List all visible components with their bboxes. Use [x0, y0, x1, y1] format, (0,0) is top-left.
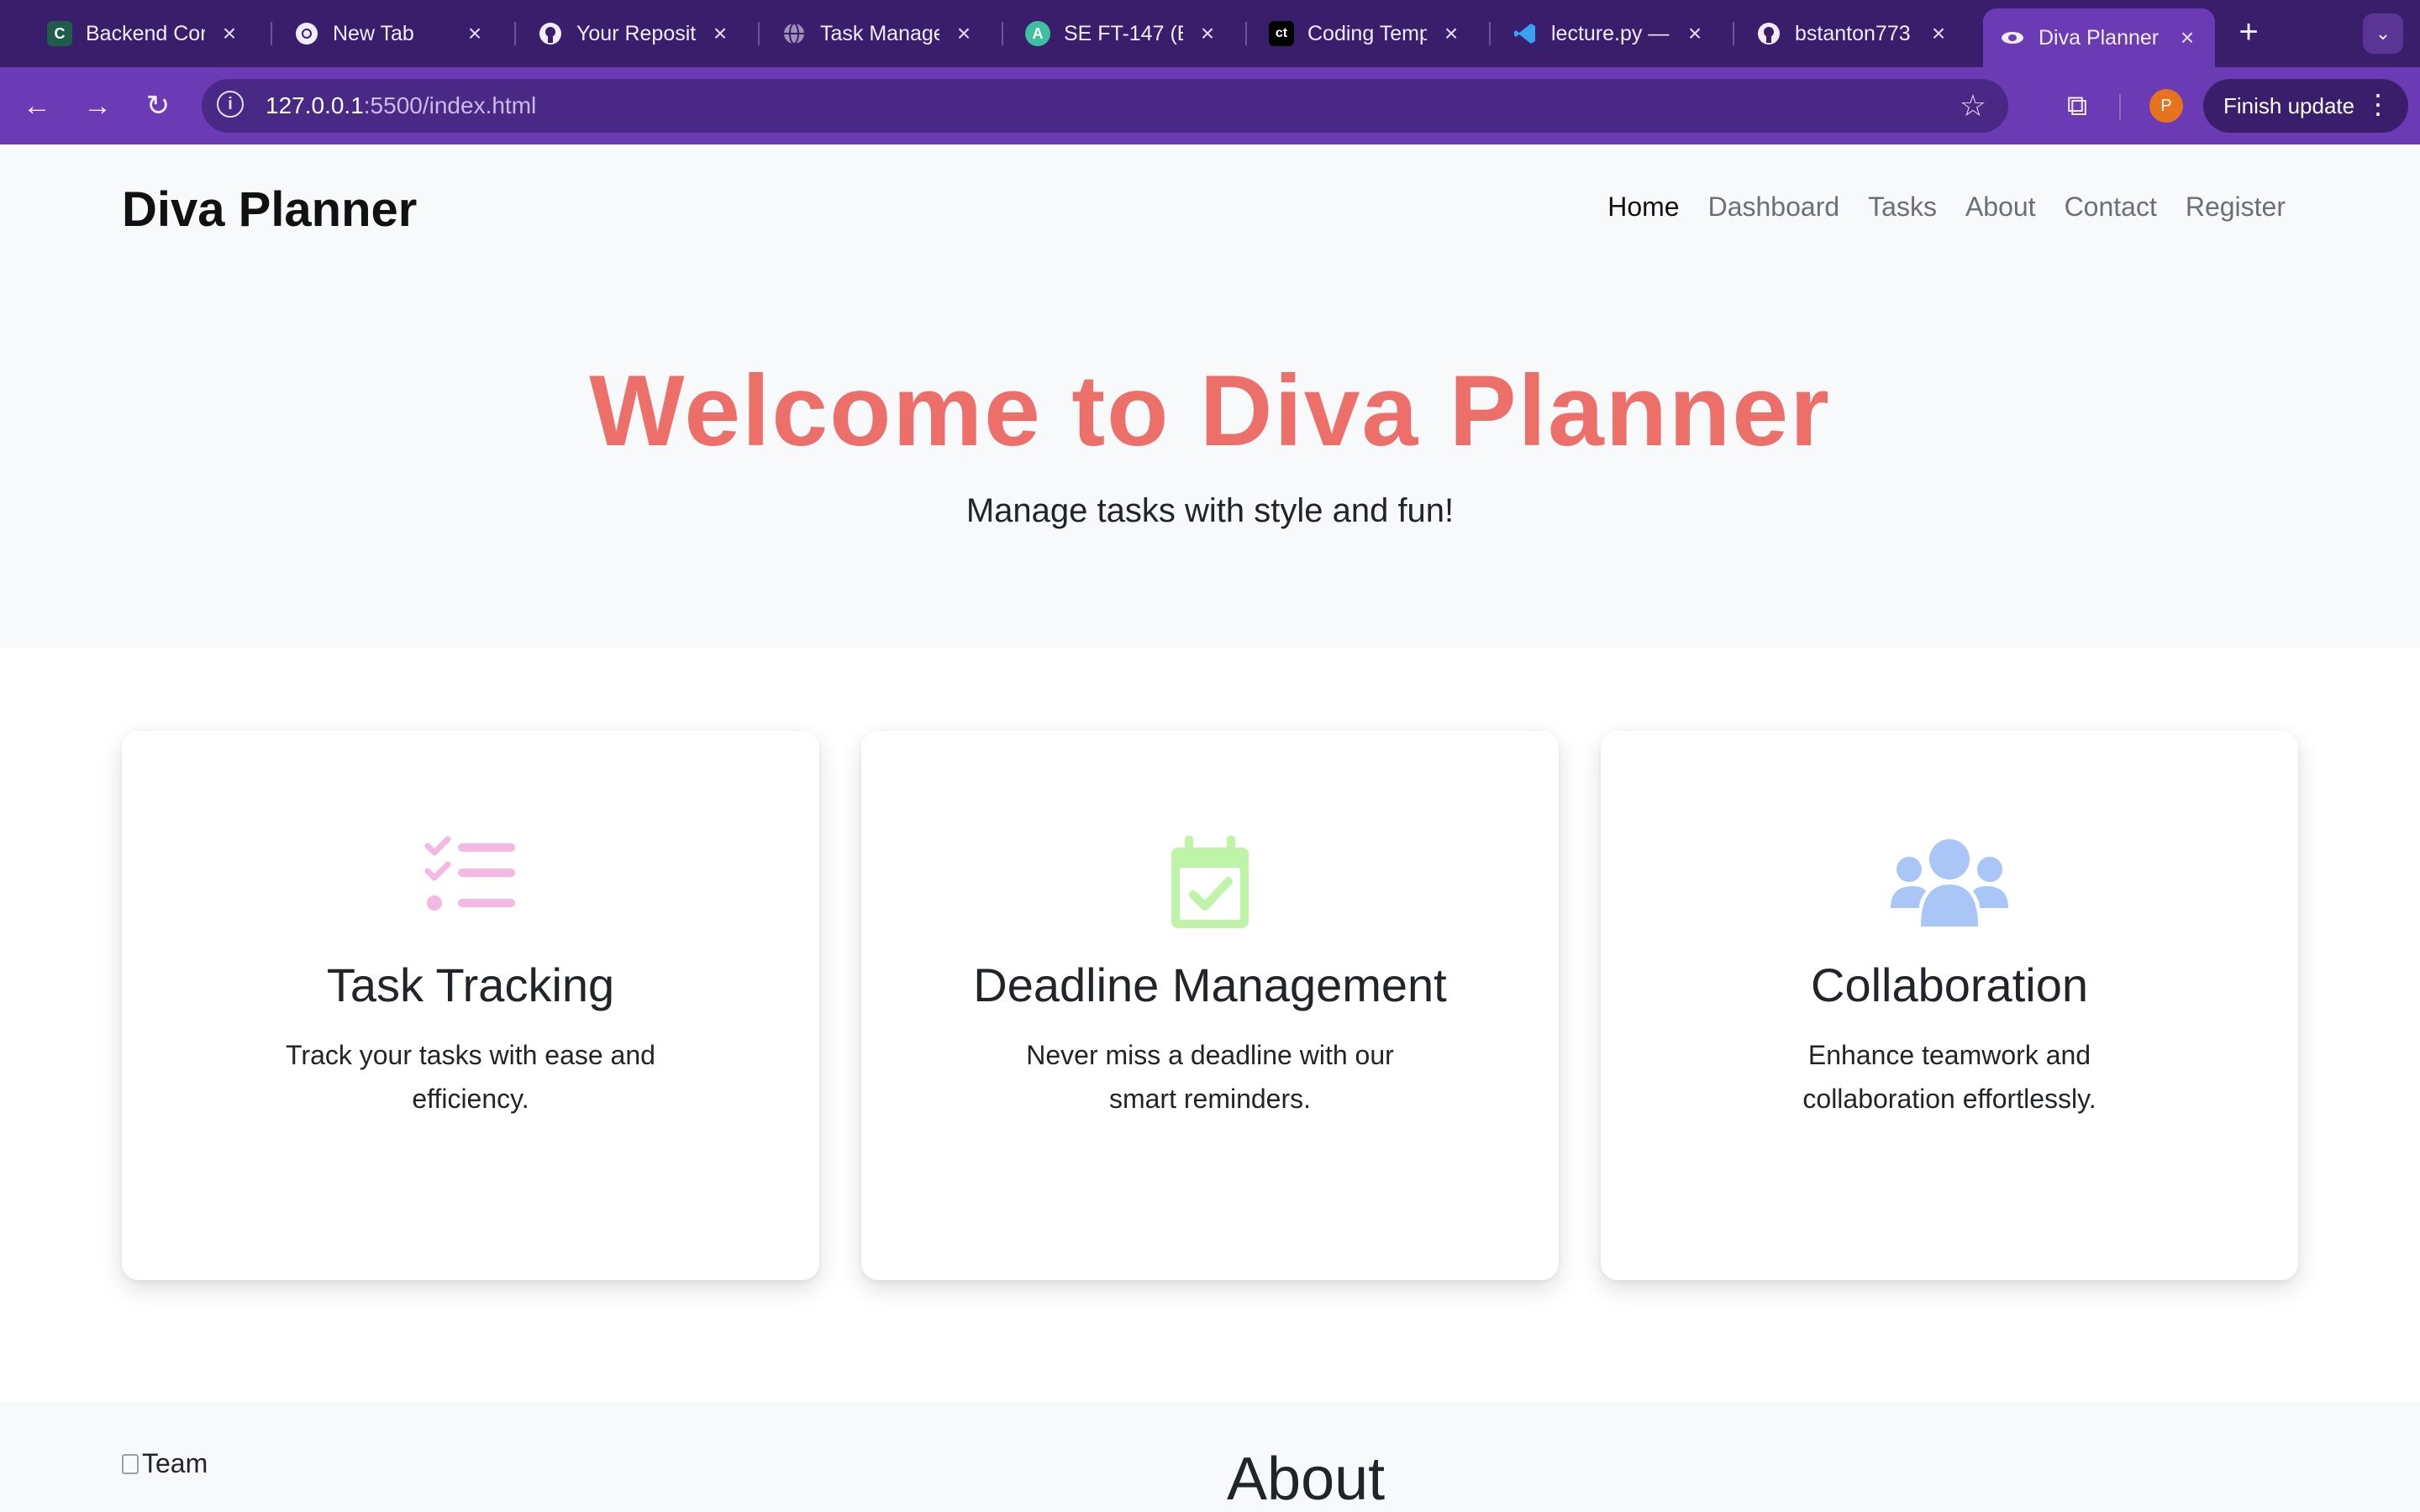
nav-about[interactable]: About: [1965, 192, 2036, 223]
more-menu-icon[interactable]: ⋮: [2365, 87, 2391, 121]
bookmark-star-icon[interactable]: ☆: [1960, 89, 1986, 123]
browser-tab-se-ft-147[interactable]: A SE FT-147 (B ×: [1008, 7, 1235, 60]
browser-tab-bstanton773[interactable]: bstanton773 ×: [1739, 7, 1966, 60]
hero-subtitle: Manage tasks with style and fun!: [965, 492, 1455, 529]
nav-contact[interactable]: Contact: [2065, 192, 2157, 223]
browser-tab-strip: C Backend Cor × New Tab × Your Reposit ×…: [0, 0, 2420, 67]
globe-icon: [781, 21, 807, 46]
tab-divider: [1733, 22, 1734, 45]
chevron-down-icon: ⌄: [2375, 23, 2391, 44]
tab-divider: [514, 22, 516, 45]
feature-card-task-tracking: Task Tracking Track your tasks with ease…: [122, 731, 819, 1280]
coding-temple-icon: C: [47, 21, 72, 46]
feature-text: Track your tasks with ease and efficienc…: [286, 1040, 655, 1114]
feature-title: Task Tracking: [326, 958, 615, 1011]
browser-tab-coding-temple[interactable]: ct Coding Temp ×: [1252, 7, 1479, 60]
browser-tab-newtab[interactable]: New Tab ×: [277, 7, 502, 60]
browser-tab-backend[interactable]: C Backend Cor ×: [30, 7, 257, 60]
tab-title: Your Reposit: [576, 21, 696, 45]
hero-section: Diva Planner Home Dashboard Tasks About …: [0, 144, 2420, 648]
feature-card-collaboration: Collaboration Enhance teamwork and colla…: [1601, 731, 2298, 1280]
nav-dashboard[interactable]: Dashboard: [1708, 192, 1840, 223]
back-button[interactable]: ←: [18, 87, 55, 124]
reload-button[interactable]: ↻: [139, 87, 176, 124]
task-list-icon: [122, 836, 819, 932]
close-icon[interactable]: ×: [1684, 20, 1706, 47]
toolbar-divider: [2119, 94, 2121, 119]
users-icon: [1601, 836, 2298, 932]
tab-title: Backend Cor: [86, 21, 205, 45]
close-icon[interactable]: ×: [709, 20, 731, 47]
forward-button[interactable]: →: [79, 87, 116, 124]
nav-register[interactable]: Register: [2186, 192, 2286, 223]
about-section: Team About: [0, 1401, 2420, 1512]
profile-avatar[interactable]: P: [2149, 89, 2183, 123]
tab-title: Coding Temp: [1307, 21, 1427, 45]
reload-icon: ↻: [145, 90, 171, 122]
close-icon[interactable]: ×: [2176, 24, 2198, 51]
address-bar[interactable]: i 127.0.0.1:5500/index.html ☆: [202, 79, 2008, 133]
close-icon[interactable]: ×: [1197, 20, 1218, 47]
tab-title: SE FT-147 (B: [1064, 21, 1183, 45]
main-nav: Home Dashboard Tasks About Contact Regis…: [1607, 192, 2286, 223]
close-icon[interactable]: ×: [953, 20, 975, 47]
extensions-button[interactable]: ⧉: [2059, 87, 2096, 124]
arrow-left-icon: ←: [23, 90, 51, 122]
feature-card-deadline-management: Deadline Management Never miss a deadlin…: [861, 731, 1559, 1280]
chrome-icon: [294, 21, 319, 46]
nav-tasks[interactable]: Tasks: [1868, 192, 1937, 223]
nav-home[interactable]: Home: [1607, 192, 1679, 223]
app-icon: A: [1025, 21, 1050, 46]
url-host: 127.0.0.1: [266, 92, 364, 118]
browser-tab-repository[interactable]: Your Reposit ×: [521, 7, 748, 60]
browser-tab-lecture-py[interactable]: lecture.py — ×: [1496, 7, 1723, 60]
tab-title: Task Manage: [820, 21, 939, 45]
tab-divider: [758, 22, 760, 45]
tab-divider: [1245, 22, 1247, 45]
new-tab-button[interactable]: +: [2230, 13, 2267, 50]
site-info-icon[interactable]: i: [217, 91, 244, 118]
hero-title: Welcome to Diva Planner: [589, 354, 1831, 467]
github-icon: [538, 21, 563, 46]
tab-search-button[interactable]: ⌄: [2363, 13, 2403, 54]
browser-tab-diva-planner[interactable]: Diva Planner ×: [1983, 8, 2215, 67]
url-path: :5500/index.html: [363, 92, 537, 118]
feature-text: Never miss a deadline with our smart rem…: [1026, 1040, 1394, 1114]
tab-title: New Tab: [333, 21, 414, 45]
feature-title: Collaboration: [1811, 958, 2088, 1011]
broken-image-icon: [122, 1453, 139, 1474]
team-image-alt: Team: [142, 1448, 208, 1478]
diva-icon: [2000, 25, 2025, 50]
browser-tab-task-manager[interactable]: Task Manage ×: [765, 7, 992, 60]
tab-title: bstanton773: [1795, 21, 1911, 45]
arrow-right-icon: →: [83, 90, 112, 122]
tab-divider: [1002, 22, 1003, 45]
tab-title: Diva Planner: [2039, 25, 2160, 50]
finish-update-button[interactable]: Finish update ⋮: [2203, 79, 2408, 133]
tab-divider: [1489, 22, 1491, 45]
tab-divider: [271, 22, 272, 45]
puzzle-icon: ⧉: [2066, 90, 2088, 122]
close-icon[interactable]: ×: [218, 20, 240, 47]
features-section: Task Tracking Track your tasks with ease…: [0, 648, 2420, 1401]
feature-text: Enhance teamwork and collaboration effor…: [1802, 1040, 2096, 1114]
about-heading: About: [1227, 1446, 1386, 1512]
close-icon[interactable]: ×: [1928, 20, 1949, 47]
calendar-check-icon: [861, 836, 1559, 932]
close-icon[interactable]: ×: [1440, 20, 1462, 47]
site-brand[interactable]: Diva Planner: [122, 181, 417, 238]
vscode-icon: [1512, 21, 1538, 46]
tab-title: lecture.py —: [1551, 21, 1670, 45]
close-icon[interactable]: ×: [464, 20, 486, 47]
ct-icon: ct: [1269, 21, 1294, 46]
update-label: Finish update: [2223, 92, 2355, 118]
page-viewport: Diva Planner Home Dashboard Tasks About …: [0, 144, 2420, 1512]
browser-toolbar: ← → ↻ i 127.0.0.1:5500/index.html ☆ ⧉: [0, 67, 2420, 144]
feature-title: Deadline Management: [973, 958, 1447, 1011]
team-image: Team: [122, 1448, 208, 1479]
github-icon: [1756, 21, 1781, 46]
